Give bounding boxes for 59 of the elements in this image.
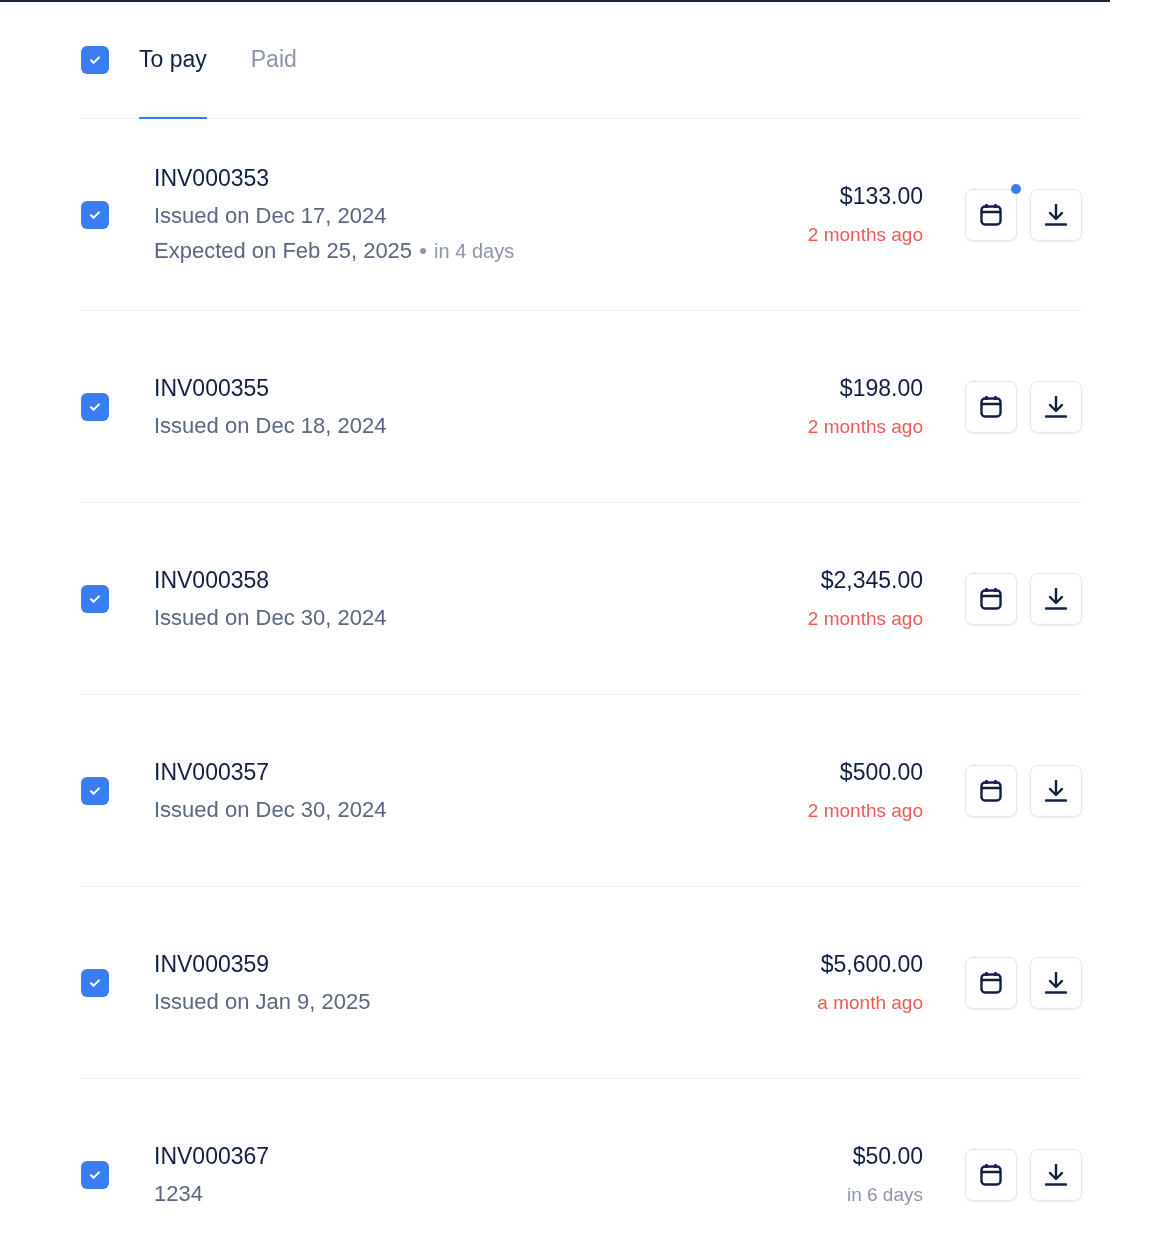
invoice-amount: $5,600.00 — [820, 951, 923, 978]
download-icon — [1045, 587, 1067, 610]
invoice-checkbox[interactable] — [81, 776, 109, 805]
invoice-number: INV000359 — [154, 950, 271, 978]
schedule-button[interactable] — [965, 1148, 1017, 1201]
invoice-amount: $198.00 — [839, 375, 923, 402]
invoice-number: INV000367 — [154, 1142, 271, 1170]
download-button[interactable] — [1030, 188, 1082, 241]
select-all-checkbox[interactable] — [81, 46, 109, 74]
invoice-checkbox[interactable] — [81, 200, 109, 229]
invoice-amount: $50.00 — [852, 1143, 923, 1170]
calendar-icon — [980, 394, 1002, 419]
download-icon — [1045, 203, 1067, 226]
separator-dot — [420, 248, 427, 254]
download-icon — [1045, 971, 1067, 994]
due-time: 2 months ago — [807, 608, 923, 630]
invoice-checkbox[interactable] — [81, 968, 109, 997]
download-icon — [1045, 779, 1067, 802]
invoice-detail: Issued on Jan 9, 2025 — [154, 988, 372, 1015]
download-button[interactable] — [1030, 956, 1082, 1009]
invoice-number: INV000358 — [154, 566, 271, 594]
download-icon — [1045, 1163, 1067, 1186]
calendar-icon — [980, 970, 1002, 995]
invoice-checkbox[interactable] — [81, 584, 109, 613]
due-time: a month ago — [817, 992, 923, 1014]
invoice-detail: Issued on Dec 30, 2024 — [154, 796, 388, 823]
calendar-icon — [980, 1162, 1002, 1187]
invoice-number: INV000353 — [154, 165, 271, 192]
schedule-button[interactable] — [965, 380, 1017, 433]
due-time: 2 months ago — [807, 800, 923, 822]
expected-note: in 4 days — [434, 239, 515, 263]
invoice-checkbox[interactable] — [81, 1160, 109, 1189]
due-time: in 6 days — [846, 1184, 923, 1206]
calendar-icon — [980, 778, 1002, 803]
invoice-detail: 1234 — [154, 1180, 204, 1207]
schedule-button[interactable] — [965, 572, 1017, 625]
download-button[interactable] — [1030, 764, 1082, 817]
invoice-amount: $2,345.00 — [820, 567, 923, 594]
notification-dot — [1011, 183, 1021, 194]
download-button[interactable] — [1030, 1148, 1082, 1201]
invoice-checkbox[interactable] — [81, 392, 109, 421]
invoice-number: INV000357 — [154, 758, 271, 786]
calendar-icon — [980, 586, 1002, 611]
due-time: 2 months ago — [807, 416, 923, 438]
download-button[interactable] — [1030, 380, 1082, 433]
invoice-amount: $133.00 — [839, 183, 923, 210]
expected-date: Expected on Feb 25, 2025 — [154, 238, 413, 264]
tab[interactable]: To pay — [139, 2, 207, 119]
download-button[interactable] — [1030, 572, 1082, 625]
invoice-amount: $500.00 — [839, 759, 923, 786]
due-time: 2 months ago — [807, 224, 923, 246]
invoice-number: INV000355 — [154, 374, 271, 402]
download-icon — [1045, 395, 1067, 418]
invoice-detail: Issued on Dec 18, 2024 — [154, 412, 388, 439]
schedule-button[interactable] — [965, 764, 1017, 817]
schedule-button[interactable] — [965, 956, 1017, 1009]
invoice-detail: Issued on Dec 17, 2024 — [154, 203, 388, 229]
invoice-detail: Issued on Dec 30, 2024 — [154, 604, 388, 631]
calendar-icon — [980, 202, 1002, 227]
